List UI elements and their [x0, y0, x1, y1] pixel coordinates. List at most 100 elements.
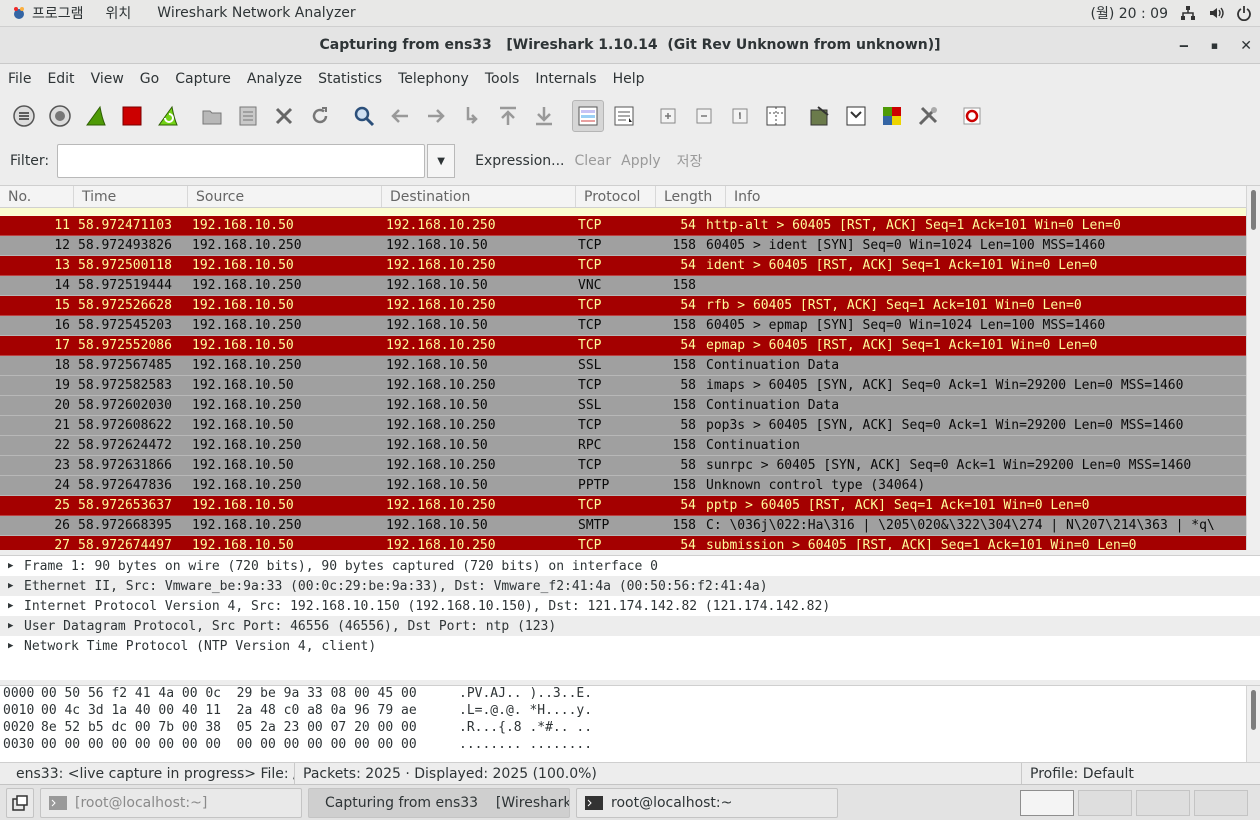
- packet-row[interactable]: 17 58.972552086 192.168.10.50 192.168.10.25…: [0, 336, 1260, 356]
- menu-edit[interactable]: Edit: [39, 71, 82, 87]
- workspace-3[interactable]: [1136, 789, 1190, 816]
- column-header-length[interactable]: Length: [656, 186, 726, 207]
- menu-go[interactable]: Go: [132, 71, 167, 87]
- show-desktop-button[interactable]: [6, 787, 34, 818]
- protocol-tree-item[interactable]: ▶ Frame 1: 90 bytes on wire (720 bits), 9…: [0, 556, 1260, 576]
- applications-menu[interactable]: 프로그램: [12, 3, 84, 23]
- column-header-info[interactable]: Info: [726, 186, 1260, 207]
- maximize-button[interactable]: ▪: [1211, 39, 1218, 52]
- minimize-button[interactable]: ‒: [1179, 38, 1189, 54]
- interfaces-button[interactable]: [8, 100, 40, 132]
- places-menu[interactable]: 위치: [106, 3, 132, 23]
- packet-row[interactable]: 14 58.972519444 192.168.10.250 192.168.10.5…: [0, 276, 1260, 296]
- filter-input[interactable]: [57, 144, 426, 178]
- packet-row[interactable]: 16 58.972545203 192.168.10.250 192.168.10.5…: [0, 316, 1260, 336]
- menu-file[interactable]: File: [0, 71, 39, 87]
- bytes-scrollbar-thumb[interactable]: [1251, 690, 1256, 730]
- filter-history-dropdown[interactable]: ▼: [427, 144, 456, 178]
- find-packet-button[interactable]: [348, 100, 380, 132]
- menu-statistics[interactable]: Statistics: [310, 71, 390, 87]
- hex-row[interactable]: 0010 00 4c 3d 1a 40 00 40 11 2a 48 c0 a8 …: [0, 703, 1260, 720]
- network-icon[interactable]: [1180, 5, 1196, 21]
- packet-row[interactable]: 12 58.972493826 192.168.10.250 192.168.10.5…: [0, 236, 1260, 256]
- volume-icon[interactable]: [1208, 5, 1224, 21]
- taskbar-terminal-1[interactable]: [root@localhost:~]: [40, 787, 302, 818]
- active-app-menu[interactable]: Wireshark Network Analyzer: [157, 5, 355, 21]
- menu-telephony[interactable]: Telephony: [390, 71, 477, 87]
- packet-row[interactable]: 27 58.972674497 192.168.10.50 192.168.10.25…: [0, 536, 1260, 550]
- packet-row[interactable]: 22 58.972624472 192.168.10.250 192.168.10.5…: [0, 436, 1260, 456]
- stop-capture-button[interactable]: [116, 100, 148, 132]
- go-last-button[interactable]: [528, 100, 560, 132]
- packet-details-pane[interactable]: ▶ Frame 1: 90 bytes on wire (720 bits), 9…: [0, 555, 1260, 680]
- apply-button[interactable]: Apply: [621, 153, 661, 169]
- power-icon[interactable]: [1236, 5, 1252, 21]
- menu-help[interactable]: Help: [605, 71, 653, 87]
- packet-row[interactable]: 24 58.972647836 192.168.10.250 192.168.10.5…: [0, 476, 1260, 496]
- menu-capture[interactable]: Capture: [167, 71, 239, 87]
- restart-capture-button[interactable]: [152, 100, 184, 132]
- menu-analyze[interactable]: Analyze: [239, 71, 310, 87]
- capture-status[interactable]: ens33: <live capture in progress> File: …: [0, 762, 295, 785]
- packet-list-scrollbar[interactable]: [1246, 186, 1260, 550]
- open-file-button[interactable]: [196, 100, 228, 132]
- go-back-button[interactable]: [384, 100, 416, 132]
- display-filters-button[interactable]: [840, 100, 872, 132]
- taskbar-wireshark[interactable]: Capturing from ens33 [Wireshark ...: [308, 787, 570, 818]
- auto-scroll-button[interactable]: [608, 100, 640, 132]
- close-file-button[interactable]: [268, 100, 300, 132]
- capture-options-button[interactable]: [44, 100, 76, 132]
- hex-row[interactable]: 0020 8e 52 b5 dc 00 7b 00 38 05 2a 23 00 …: [0, 720, 1260, 737]
- column-header-protocol[interactable]: Protocol: [576, 186, 656, 207]
- packet-list-pane[interactable]: No. Time Source Destination Protocol Len…: [0, 185, 1260, 550]
- partial-packet-row[interactable]: [0, 208, 1260, 216]
- help-button[interactable]: [956, 100, 988, 132]
- packet-row[interactable]: 19 58.972582583 192.168.10.50 192.168.10.25…: [0, 376, 1260, 396]
- packet-row[interactable]: 18 58.972567485 192.168.10.250 192.168.10.5…: [0, 356, 1260, 376]
- scrollbar-thumb[interactable]: [1251, 190, 1256, 230]
- expand-arrow-icon[interactable]: ▶: [8, 601, 24, 611]
- workspace-2[interactable]: [1078, 789, 1132, 816]
- expand-arrow-icon[interactable]: ▶: [8, 621, 24, 631]
- zoom-normal-button[interactable]: [724, 100, 756, 132]
- reload-button[interactable]: [304, 100, 336, 132]
- expand-arrow-icon[interactable]: ▶: [8, 641, 24, 651]
- resize-columns-button[interactable]: [760, 100, 792, 132]
- capture-filters-button[interactable]: [804, 100, 836, 132]
- go-to-packet-button[interactable]: [456, 100, 488, 132]
- packet-row[interactable]: 26 58.972668395 192.168.10.250 192.168.10.5…: [0, 516, 1260, 536]
- packet-row[interactable]: 11 58.972471103 192.168.10.50 192.168.10.25…: [0, 216, 1260, 236]
- expression-button[interactable]: Expression...: [475, 153, 564, 169]
- packet-row[interactable]: 21 58.972608622 192.168.10.50 192.168.10.25…: [0, 416, 1260, 436]
- expand-arrow-icon[interactable]: ▶: [8, 581, 24, 591]
- hex-row[interactable]: 0000 00 50 56 f2 41 4a 00 0c 29 be 9a 33 …: [0, 686, 1260, 703]
- bytes-scrollbar[interactable]: [1246, 686, 1260, 762]
- expand-arrow-icon[interactable]: ▶: [8, 561, 24, 571]
- close-button[interactable]: ✕: [1240, 38, 1252, 54]
- profile-indicator[interactable]: Profile: Default: [1022, 763, 1260, 785]
- start-capture-button[interactable]: [80, 100, 112, 132]
- clear-button[interactable]: Clear: [575, 153, 612, 169]
- packet-row[interactable]: 13 58.972500118 192.168.10.50 192.168.10.25…: [0, 256, 1260, 276]
- packet-row[interactable]: 15 58.972526628 192.168.10.50 192.168.10.25…: [0, 296, 1260, 316]
- protocol-tree-item[interactable]: ▶ Ethernet II, Src: Vmware_be:9a:33 (00:0…: [0, 576, 1260, 596]
- packet-row[interactable]: 23 58.972631866 192.168.10.50 192.168.10.25…: [0, 456, 1260, 476]
- save-file-button[interactable]: [232, 100, 264, 132]
- go-first-button[interactable]: [492, 100, 524, 132]
- coloring-rules-button[interactable]: [876, 100, 908, 132]
- hex-row[interactable]: 0030 00 00 00 00 00 00 00 00 00 00 00 00 …: [0, 737, 1260, 754]
- packet-bytes-pane[interactable]: 0000 00 50 56 f2 41 4a 00 0c 29 be 9a 33 …: [0, 685, 1260, 762]
- preferences-button[interactable]: [912, 100, 944, 132]
- window-title-bar[interactable]: Capturing from ens33 [Wireshark 1.10.14 …: [0, 27, 1260, 64]
- packet-row[interactable]: 25 58.972653637 192.168.10.50 192.168.10.25…: [0, 496, 1260, 516]
- workspace-4[interactable]: [1194, 789, 1248, 816]
- protocol-tree-item[interactable]: ▶ Network Time Protocol (NTP Version 4, c…: [0, 636, 1260, 656]
- protocol-tree-item[interactable]: ▶ User Datagram Protocol, Src Port: 46556…: [0, 616, 1260, 636]
- go-forward-button[interactable]: [420, 100, 452, 132]
- colorize-button[interactable]: [572, 100, 604, 132]
- save-filter-button[interactable]: 저장: [677, 151, 703, 171]
- clock[interactable]: (월) 20 : 09: [1090, 3, 1168, 23]
- column-header-no[interactable]: No.: [0, 186, 74, 207]
- column-header-time[interactable]: Time: [74, 186, 188, 207]
- menu-internals[interactable]: Internals: [527, 71, 604, 87]
